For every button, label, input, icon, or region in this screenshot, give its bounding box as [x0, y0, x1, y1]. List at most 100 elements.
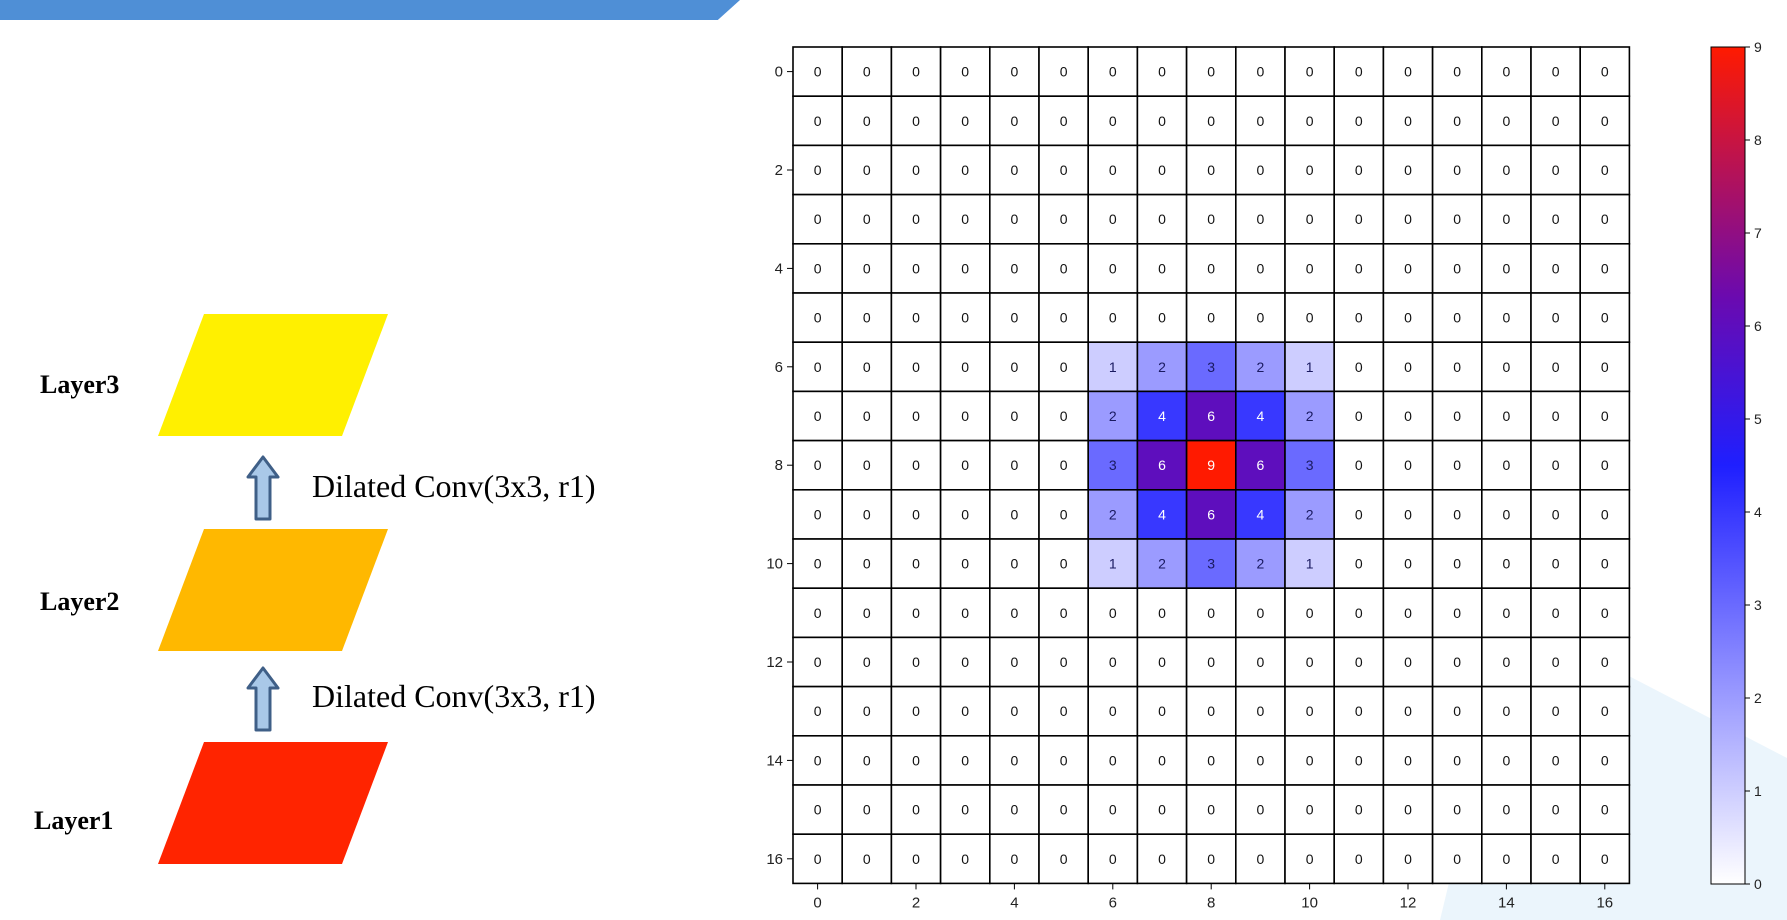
- cell-value-label: 0: [1060, 64, 1068, 80]
- cell-value-label: 0: [1355, 310, 1363, 326]
- cell-value-label: 0: [912, 211, 920, 227]
- cell-value-label: 0: [814, 851, 822, 867]
- cell-value-label: 0: [814, 408, 822, 424]
- cell-value-label: 0: [863, 408, 871, 424]
- cell-value-label: 2: [1158, 359, 1166, 375]
- cell-value-label: 1: [1109, 359, 1117, 375]
- cell-value-label: 0: [1355, 64, 1363, 80]
- cell-value-label: 0: [863, 506, 871, 522]
- cell-value-label: 0: [961, 162, 969, 178]
- cell-value-label: 0: [1060, 752, 1068, 768]
- cell-value-label: 0: [863, 802, 871, 818]
- cell-value-label: 0: [1355, 703, 1363, 719]
- cell-value-label: 0: [814, 359, 822, 375]
- cell-value-label: 0: [1453, 703, 1461, 719]
- cell-value-label: 0: [1207, 802, 1215, 818]
- cell-value-label: 6: [1158, 457, 1166, 473]
- cell-value-label: 0: [1453, 113, 1461, 129]
- layer3-block: [158, 314, 388, 436]
- cell-value-label: 0: [1207, 851, 1215, 867]
- x-tick-label: 0: [813, 894, 821, 911]
- cell-value-label: 0: [1355, 408, 1363, 424]
- cell-value-label: 3: [1109, 457, 1117, 473]
- cell-value-label: 0: [912, 359, 920, 375]
- colorbar-tick-label: 9: [1754, 39, 1762, 55]
- cell-value-label: 0: [814, 802, 822, 818]
- cell-value-label: 0: [1404, 802, 1412, 818]
- cell-value-label: 0: [1453, 408, 1461, 424]
- cell-value-label: 0: [1601, 64, 1609, 80]
- cell-value-label: 0: [1060, 162, 1068, 178]
- colorbar: 0 1 2 3 4 5 6 7 8 9: [1710, 39, 1762, 892]
- cell-value-label: 0: [1601, 457, 1609, 473]
- cell-value-label: 0: [1306, 605, 1314, 621]
- cell-value-label: 0: [1453, 752, 1461, 768]
- cell-value-label: 3: [1207, 556, 1215, 572]
- cell-value-label: 0: [814, 260, 822, 276]
- cell-value-label: 0: [1109, 162, 1117, 178]
- cell-value-label: 0: [1060, 703, 1068, 719]
- cell-value-label: 0: [1453, 310, 1461, 326]
- cell-value-label: 0: [1552, 605, 1560, 621]
- cell-value-label: 0: [961, 211, 969, 227]
- cell-value-label: 2: [1257, 556, 1265, 572]
- layer2-label: Layer2: [40, 587, 120, 616]
- cell-value-label: 0: [1306, 64, 1314, 80]
- cell-value-label: 0: [814, 310, 822, 326]
- cell-value-label: 0: [1404, 556, 1412, 572]
- cell-value-label: 0: [1306, 802, 1314, 818]
- cell-value-label: 0: [1306, 851, 1314, 867]
- cell-value-label: 0: [1503, 802, 1511, 818]
- cell-value-label: 0: [1355, 162, 1363, 178]
- cell-value-label: 0: [1257, 64, 1265, 80]
- cell-value-label: 0: [1503, 113, 1511, 129]
- cell-value-label: 0: [1601, 802, 1609, 818]
- cell-value-label: 0: [1404, 211, 1412, 227]
- cell-value-label: 0: [1109, 113, 1117, 129]
- cell-value-label: 0: [1355, 113, 1363, 129]
- cell-value-label: 0: [1257, 162, 1265, 178]
- cell-value-label: 0: [1404, 408, 1412, 424]
- cell-value-label: 0: [1060, 408, 1068, 424]
- cell-value-label: 0: [1011, 64, 1019, 80]
- cell-value-label: 0: [1060, 211, 1068, 227]
- cell-value-label: 0: [1453, 654, 1461, 670]
- cell-value-label: 0: [1503, 506, 1511, 522]
- cell-value-label: 0: [912, 654, 920, 670]
- cell-value-label: 0: [1207, 113, 1215, 129]
- cell-value-label: 0: [1158, 654, 1166, 670]
- y-tick-label: 10: [766, 556, 783, 573]
- cell-value-label: 0: [1060, 457, 1068, 473]
- cell-value-label: 0: [1404, 162, 1412, 178]
- cell-value-label: 0: [1158, 64, 1166, 80]
- cell-value-label: 0: [1207, 260, 1215, 276]
- cell-value-label: 0: [1306, 113, 1314, 129]
- cell-value-label: 0: [1011, 605, 1019, 621]
- cell-value-label: 0: [1355, 211, 1363, 227]
- cell-value-label: 6: [1207, 506, 1215, 522]
- cell-value-label: 0: [1158, 802, 1166, 818]
- cell-value-label: 0: [1503, 162, 1511, 178]
- cell-value-label: 0: [863, 211, 871, 227]
- cell-value-label: 0: [1503, 457, 1511, 473]
- cell-value-label: 0: [1552, 64, 1560, 80]
- colorbar-tick-label: 1: [1754, 783, 1762, 799]
- cell-value-label: 0: [912, 310, 920, 326]
- cell-value-label: 0: [1109, 64, 1117, 80]
- cell-value-label: 0: [1552, 260, 1560, 276]
- layer2-block: [158, 529, 388, 651]
- cell-value-label: 0: [1552, 752, 1560, 768]
- cell-value-label: 0: [1158, 752, 1166, 768]
- cell-value-label: 0: [912, 802, 920, 818]
- cell-value-label: 0: [1257, 211, 1265, 227]
- cell-value-label: 2: [1306, 408, 1314, 424]
- cell-value-label: 0: [1601, 654, 1609, 670]
- cell-value-label: 0: [961, 113, 969, 129]
- cell-value-label: 0: [1453, 802, 1461, 818]
- cell-value-label: 0: [1011, 654, 1019, 670]
- cell-value-label: 4: [1257, 408, 1265, 424]
- cell-value-label: 0: [961, 556, 969, 572]
- y-tick-label: 4: [775, 260, 783, 277]
- x-tick-label: 10: [1301, 894, 1318, 911]
- cell-value-label: 0: [863, 162, 871, 178]
